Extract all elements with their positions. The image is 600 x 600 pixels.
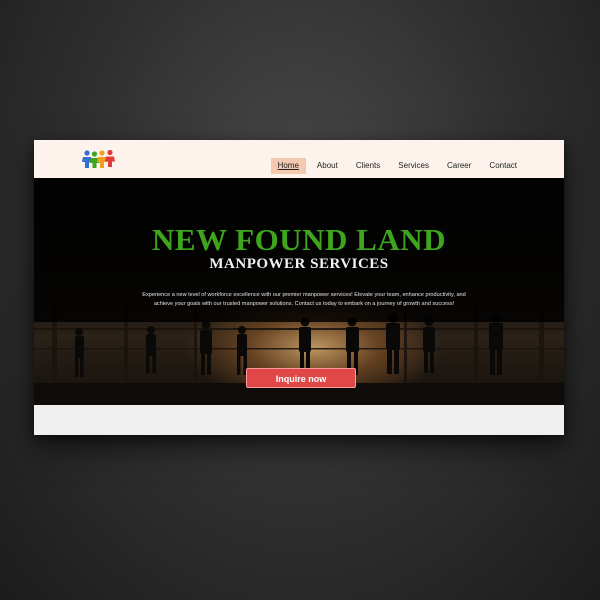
puzzle-people-logo-icon[interactable] <box>82 149 116 169</box>
browser-screen: Home About Clients Services Career Conta… <box>34 140 564 435</box>
hero-section: NEW FOUND LAND MANPOWER SERVICES Experie… <box>34 178 564 405</box>
hero-subtitle: MANPOWER SERVICES <box>209 256 389 272</box>
nav-link-career[interactable]: Career <box>440 158 478 174</box>
nav-link-home[interactable]: Home <box>270 158 306 174</box>
hero-title: NEW FOUND LAND <box>151 222 447 257</box>
nav-link-about[interactable]: About <box>310 158 345 174</box>
nav-link-clients[interactable]: Clients <box>349 158 387 174</box>
nav-link-contact[interactable]: Contact <box>482 158 524 174</box>
nav-link-services[interactable]: Services <box>391 158 436 174</box>
nav-links: Home About Clients Services Career Conta… <box>267 158 524 174</box>
hero-description: Experience a new level of workforce exce… <box>142 292 466 307</box>
inquire-now-button[interactable]: Inquire now <box>246 368 356 388</box>
navbar: Home About Clients Services Career Conta… <box>34 140 564 178</box>
